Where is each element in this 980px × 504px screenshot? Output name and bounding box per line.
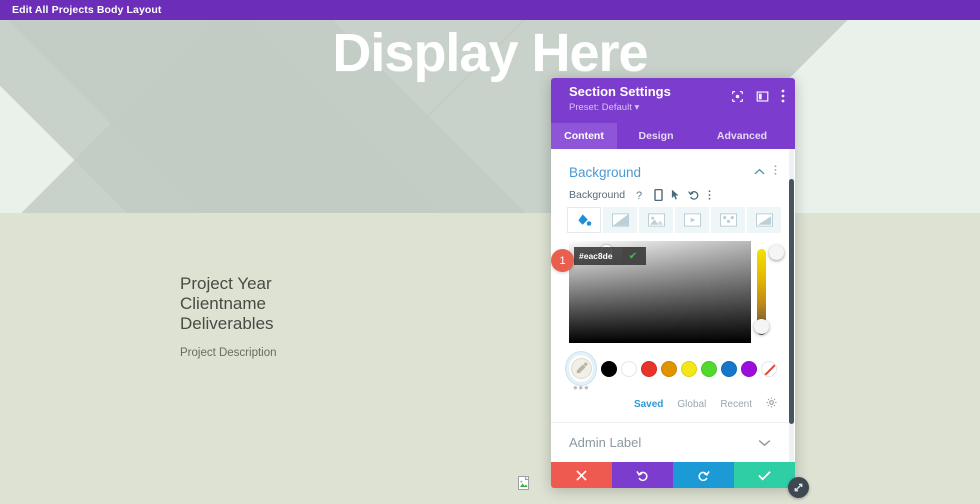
hover-cursor-icon[interactable] bbox=[671, 189, 680, 201]
help-icon[interactable]: ? bbox=[635, 189, 646, 201]
background-pattern-tab[interactable] bbox=[711, 207, 745, 233]
reset-undo-icon[interactable] bbox=[688, 189, 700, 201]
tab-advanced[interactable]: Advanced bbox=[695, 123, 789, 149]
hero-title: Display Here bbox=[0, 22, 980, 84]
hex-input-group: ✔ bbox=[574, 247, 646, 265]
background-video-tab[interactable] bbox=[675, 207, 709, 233]
background-gradient-tab[interactable] bbox=[603, 207, 637, 233]
modal-scrollbar-thumb[interactable] bbox=[789, 179, 794, 424]
background-section-title: Background bbox=[569, 165, 641, 180]
screen-root: Edit All Projects Body Layout Display He… bbox=[0, 0, 980, 504]
swatch-more-button[interactable]: ••• bbox=[551, 382, 795, 393]
palette-tab-row: Saved Global Recent bbox=[551, 393, 795, 411]
modal-footer bbox=[551, 462, 795, 488]
project-year: Project Year bbox=[180, 274, 277, 294]
swatch-blue[interactable] bbox=[721, 361, 737, 377]
layout-panel-icon[interactable] bbox=[756, 90, 769, 108]
body-section[interactable]: Project Year Clientname Deliverables Pro… bbox=[0, 213, 980, 504]
project-description: Project Description bbox=[180, 347, 277, 359]
broken-image-icon bbox=[518, 476, 532, 492]
chevron-up-icon[interactable] bbox=[754, 163, 765, 181]
cancel-button[interactable] bbox=[551, 462, 612, 488]
svg-text:?: ? bbox=[636, 190, 642, 201]
eyedropper-button[interactable] bbox=[569, 355, 593, 382]
admin-bar-title: Edit All Projects Body Layout bbox=[12, 4, 162, 16]
swatch-white[interactable] bbox=[621, 361, 637, 377]
background-image-tab[interactable] bbox=[639, 207, 673, 233]
palette-tab-recent[interactable]: Recent bbox=[720, 399, 752, 410]
swatch-yellow[interactable] bbox=[681, 361, 697, 377]
swatch-orange[interactable] bbox=[661, 361, 677, 377]
save-button[interactable] bbox=[734, 462, 795, 488]
modal-header: Section Settings Preset: Default ▾ bbox=[551, 78, 795, 123]
target-icon[interactable] bbox=[731, 90, 744, 108]
tab-design[interactable]: Design bbox=[617, 123, 695, 149]
background-field-label: Background bbox=[569, 189, 625, 201]
hue-slider-handle[interactable] bbox=[754, 319, 769, 334]
project-clientname: Clientname bbox=[180, 294, 277, 314]
redo-button[interactable] bbox=[673, 462, 734, 488]
palette-tab-saved[interactable]: Saved bbox=[634, 399, 663, 410]
kebab-menu-icon[interactable] bbox=[781, 89, 785, 108]
palette-tab-global[interactable]: Global bbox=[677, 399, 706, 410]
tab-content[interactable]: Content bbox=[551, 123, 617, 149]
background-section-controls bbox=[754, 163, 777, 181]
swatch-green[interactable] bbox=[701, 361, 717, 377]
modal-tab-bar: Content Design Advanced bbox=[551, 123, 795, 149]
admin-bar: Edit All Projects Body Layout bbox=[0, 0, 980, 20]
admin-label-title: Admin Label bbox=[569, 435, 641, 450]
swatch-red[interactable] bbox=[641, 361, 657, 377]
swatch-transparent[interactable] bbox=[761, 361, 777, 377]
background-mask-tab[interactable] bbox=[747, 207, 781, 233]
color-swatch-row bbox=[551, 343, 795, 382]
step-badge-1: 1 bbox=[551, 249, 574, 272]
swatch-purple[interactable] bbox=[741, 361, 757, 377]
background-type-tabs bbox=[551, 207, 795, 233]
background-section-header[interactable]: Background bbox=[551, 149, 795, 187]
project-deliverables: Deliverables bbox=[180, 314, 277, 334]
eyedropper-inner bbox=[571, 358, 592, 379]
modal-header-icons bbox=[731, 89, 785, 108]
section-kebab-icon[interactable] bbox=[774, 163, 777, 181]
page-canvas: Display Here Project Year Clientname Del… bbox=[0, 20, 980, 504]
swatch-black[interactable] bbox=[601, 361, 617, 377]
background-color-tab[interactable] bbox=[567, 207, 601, 233]
hue-slider[interactable] bbox=[757, 249, 766, 335]
hex-color-input[interactable] bbox=[574, 251, 622, 261]
responsive-mobile-icon[interactable] bbox=[654, 189, 663, 201]
project-meta-block: Project Year Clientname Deliverables Pro… bbox=[180, 274, 277, 359]
hex-confirm-button[interactable]: ✔ bbox=[622, 247, 644, 265]
gear-icon[interactable] bbox=[766, 397, 777, 411]
alpha-slider[interactable] bbox=[772, 249, 781, 335]
color-picker: 1 ✔ bbox=[569, 241, 777, 343]
undo-button[interactable] bbox=[612, 462, 673, 488]
modal-resize-handle[interactable] bbox=[788, 477, 809, 498]
admin-label-section[interactable]: Admin Label bbox=[551, 422, 789, 462]
section-settings-modal: Section Settings Preset: Default ▾ bbox=[551, 78, 795, 488]
options-kebab-icon[interactable] bbox=[708, 189, 711, 201]
hero-section[interactable]: Display Here bbox=[0, 20, 980, 213]
alpha-slider-handle[interactable] bbox=[769, 245, 784, 260]
modal-body: Background bbox=[551, 149, 795, 462]
background-field-row: Background ? bbox=[551, 187, 795, 207]
chevron-down-icon[interactable] bbox=[758, 434, 771, 452]
